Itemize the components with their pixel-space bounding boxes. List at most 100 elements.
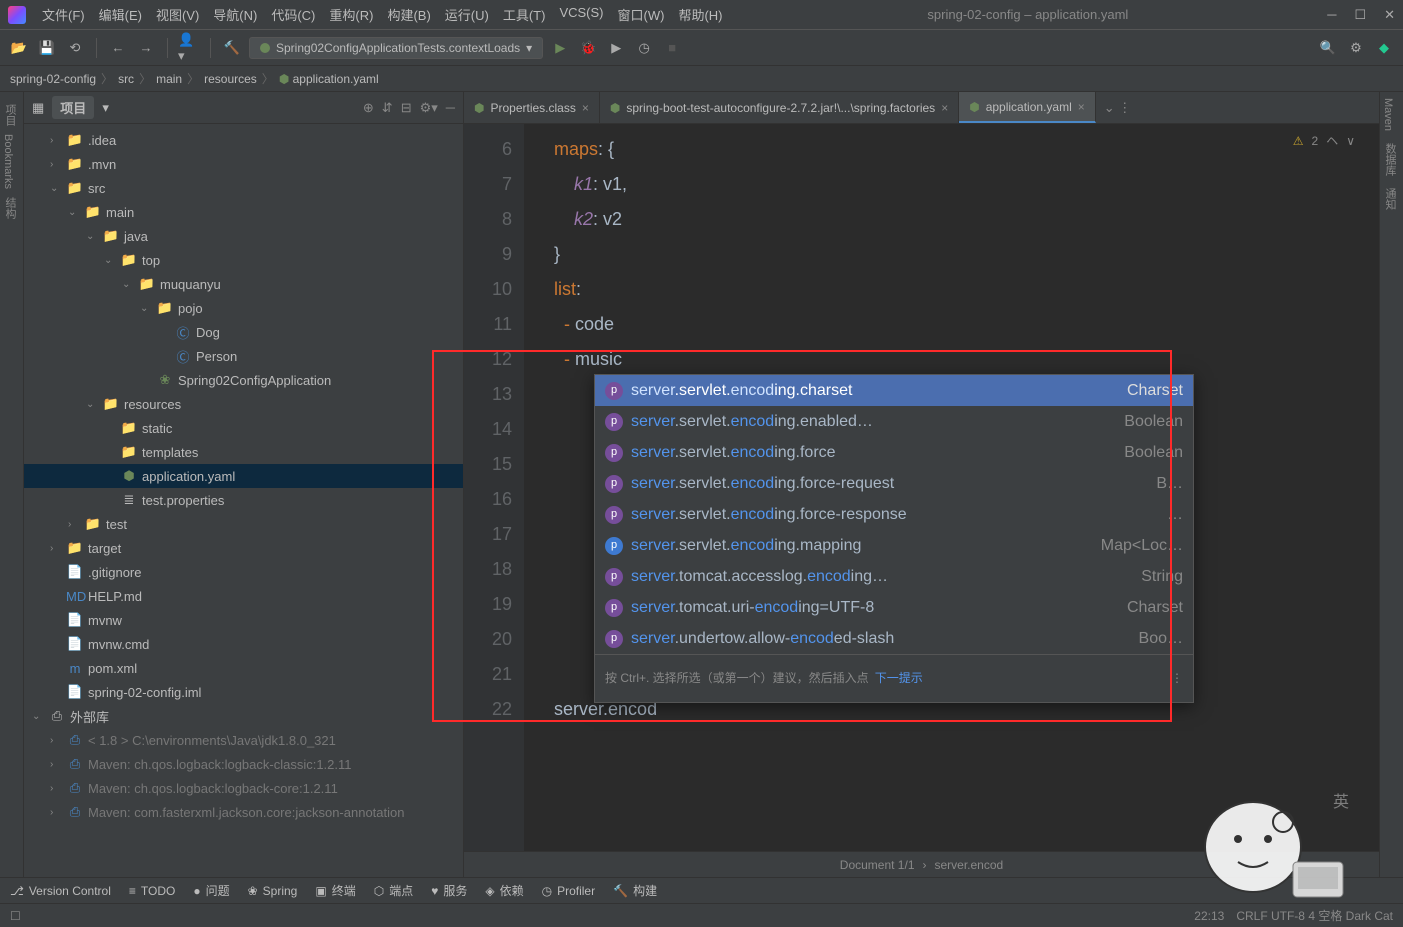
tree-item[interactable]: ❀Spring02ConfigApplication xyxy=(24,368,463,392)
menu-item[interactable]: 导航(N) xyxy=(207,3,263,26)
tree-item[interactable]: ›📁.mvn xyxy=(24,152,463,176)
tree-item[interactable]: ›⎙Maven: com.fasterxml.jackson.core:jack… xyxy=(24,800,463,824)
tree-item[interactable]: ⌄📁top xyxy=(24,248,463,272)
run-config-selector[interactable]: Spring02ConfigApplicationTests.contextLo… xyxy=(249,37,543,59)
run-icon[interactable]: ▶ xyxy=(549,37,571,59)
prev-icon[interactable]: ヘ xyxy=(1326,132,1338,149)
menu-item[interactable]: 帮助(H) xyxy=(672,3,728,26)
autocomplete-item[interactable]: pserver.tomcat.accesslog.encoding…String xyxy=(595,561,1193,592)
toolwindow-button[interactable]: ◷Profiler xyxy=(542,884,596,898)
autocomplete-item[interactable]: pserver.servlet.encoding.enabled…Boolean xyxy=(595,406,1193,437)
toolwindow-button[interactable]: ⬡端点 xyxy=(374,882,414,899)
tree-item[interactable]: ›📁target xyxy=(24,536,463,560)
expand-icon[interactable]: ⇵ xyxy=(382,100,393,116)
tree-item[interactable]: ⌄📁main xyxy=(24,200,463,224)
editor-tab[interactable]: ⬢spring-boot-test-autoconfigure-2.7.2.ja… xyxy=(600,92,959,123)
autocomplete-item[interactable]: pserver.undertow.allow-encoded-slashBoo… xyxy=(595,623,1193,654)
breadcrumb-item[interactable]: ⬢ application.yaml xyxy=(279,72,379,86)
stop-icon[interactable]: ■ xyxy=(661,37,683,59)
toolwindow-button[interactable]: ◈依赖 xyxy=(485,882,523,899)
menu-item[interactable]: 构建(B) xyxy=(381,3,436,26)
open-icon[interactable]: 📂 xyxy=(8,37,30,59)
tree-item[interactable]: ≣test.properties xyxy=(24,488,463,512)
profile-icon[interactable]: ◷ xyxy=(633,37,655,59)
breadcrumb-item[interactable]: main xyxy=(156,72,182,86)
coverage-icon[interactable]: ▶ xyxy=(605,37,627,59)
tabs-more-icon[interactable]: ⌄ ⋮ xyxy=(1096,100,1140,116)
breadcrumb-item[interactable]: spring-02-config xyxy=(10,72,96,86)
tree-item[interactable]: ›⎙Maven: ch.qos.logback:logback-classic:… xyxy=(24,752,463,776)
next-hint-link[interactable]: 下一提示 xyxy=(875,661,923,696)
autocomplete-item[interactable]: pserver.servlet.encoding.mappingMap<Loc… xyxy=(595,530,1193,561)
minimize-icon[interactable]: ─ xyxy=(1327,7,1336,23)
hide-icon[interactable]: ─ xyxy=(446,100,455,115)
menu-item[interactable]: VCS(S) xyxy=(553,3,609,26)
tree-item[interactable]: mpom.xml xyxy=(24,656,463,680)
project-title[interactable]: 项目 xyxy=(52,96,94,119)
tab-close-icon[interactable]: × xyxy=(941,101,948,115)
maximize-icon[interactable]: ☐ xyxy=(1354,7,1366,23)
toolwindow-button[interactable]: ❀Spring xyxy=(248,884,298,898)
tree-item[interactable]: ⌄⎙外部库 xyxy=(24,704,463,728)
tab-close-icon[interactable]: × xyxy=(582,101,589,115)
popup-more-icon[interactable]: ⋮ xyxy=(1171,661,1183,696)
debug-icon[interactable]: 🐞 xyxy=(577,37,599,59)
select-target-icon[interactable]: ⊕ xyxy=(363,100,374,116)
tree-item[interactable]: ⌄📁java xyxy=(24,224,463,248)
menu-item[interactable]: 视图(V) xyxy=(150,3,205,26)
tree-item[interactable]: ⌄📁pojo xyxy=(24,296,463,320)
forward-icon[interactable]: → xyxy=(135,37,157,59)
autocomplete-item[interactable]: pserver.servlet.encoding.forceBoolean xyxy=(595,437,1193,468)
tree-item[interactable]: ⬢application.yaml xyxy=(24,464,463,488)
tree-item[interactable]: MDHELP.md xyxy=(24,584,463,608)
tool-strip-item[interactable]: 项目 xyxy=(0,100,20,130)
editor-tab[interactable]: ⬢Properties.class× xyxy=(464,92,600,123)
tree-item[interactable]: ⌄📁resources xyxy=(24,392,463,416)
menu-item[interactable]: 运行(U) xyxy=(439,3,495,26)
tree-item[interactable]: 📄mvnw xyxy=(24,608,463,632)
tree-item[interactable]: ⌄📁src xyxy=(24,176,463,200)
tool-strip-item[interactable]: Maven xyxy=(1380,92,1396,137)
back-icon[interactable]: ← xyxy=(107,37,129,59)
tree-item[interactable]: ›📁test xyxy=(24,512,463,536)
tree-item[interactable]: 📄mvnw.cmd xyxy=(24,632,463,656)
next-icon[interactable]: ∨ xyxy=(1346,134,1355,148)
menu-item[interactable]: 文件(F) xyxy=(36,3,91,26)
space-icon[interactable]: ◆ xyxy=(1373,37,1395,59)
toolwindow-button[interactable]: ▣终端 xyxy=(315,882,355,899)
toolwindow-button[interactable]: ●问题 xyxy=(193,882,229,899)
autocomplete-item[interactable]: pserver.servlet.encoding.force-requestB… xyxy=(595,468,1193,499)
menu-item[interactable]: 代码(C) xyxy=(265,3,321,26)
collapse-icon[interactable]: ⊟ xyxy=(401,100,412,116)
tree-item[interactable]: ›📁.idea xyxy=(24,128,463,152)
tree-item[interactable]: 📄.gitignore xyxy=(24,560,463,584)
breadcrumb-item[interactable]: src xyxy=(118,72,134,86)
tree-item[interactable]: 📁templates xyxy=(24,440,463,464)
editor-tab[interactable]: ⬢application.yaml× xyxy=(959,92,1096,123)
close-icon[interactable]: ✕ xyxy=(1384,7,1395,23)
breadcrumb-item[interactable]: resources xyxy=(204,72,257,86)
toolwindow-button[interactable]: ♥服务 xyxy=(431,882,467,899)
autocomplete-item[interactable]: pserver.tomcat.uri-encoding=UTF-8Charset xyxy=(595,592,1193,623)
tree-item[interactable]: ›⎙< 1.8 > C:\environments\Java\jdk1.8.0_… xyxy=(24,728,463,752)
tool-strip-item[interactable]: Bookmarks xyxy=(0,130,16,193)
code-content[interactable]: maps: { k1: v1, k2: v2 } list: - code - … xyxy=(524,124,1379,851)
save-icon[interactable]: 💾 xyxy=(36,37,58,59)
dropdown-icon[interactable]: ▾ xyxy=(102,100,109,116)
user-icon[interactable]: 👤▾ xyxy=(178,37,200,59)
tree-item[interactable]: ⒸDog xyxy=(24,320,463,344)
status-encoding[interactable]: CRLF UTF-8 4 空格 Dark Cat xyxy=(1236,907,1393,924)
tool-strip-item[interactable]: 结构 xyxy=(0,193,20,223)
status-icon[interactable]: ☐ xyxy=(10,909,21,923)
menu-item[interactable]: 编辑(E) xyxy=(93,3,148,26)
tool-strip-item[interactable]: 通知 xyxy=(1380,182,1400,216)
toolwindow-button[interactable]: ⎇Version Control xyxy=(10,884,111,898)
tree-item[interactable]: ⌄📁muquanyu xyxy=(24,272,463,296)
gear-icon[interactable]: ⚙▾ xyxy=(420,100,438,116)
inspection-widget[interactable]: ⚠ 2 ヘ ∨ xyxy=(1293,132,1355,149)
menu-item[interactable]: 重构(R) xyxy=(323,3,379,26)
toolwindow-button[interactable]: 🔨构建 xyxy=(613,882,657,899)
autocomplete-item[interactable]: pserver.servlet.encoding.charsetCharset xyxy=(595,375,1193,406)
tree-item[interactable]: 📄spring-02-config.iml xyxy=(24,680,463,704)
code-editor[interactable]: 678910111213141516171819202122 maps: { k… xyxy=(464,124,1379,851)
